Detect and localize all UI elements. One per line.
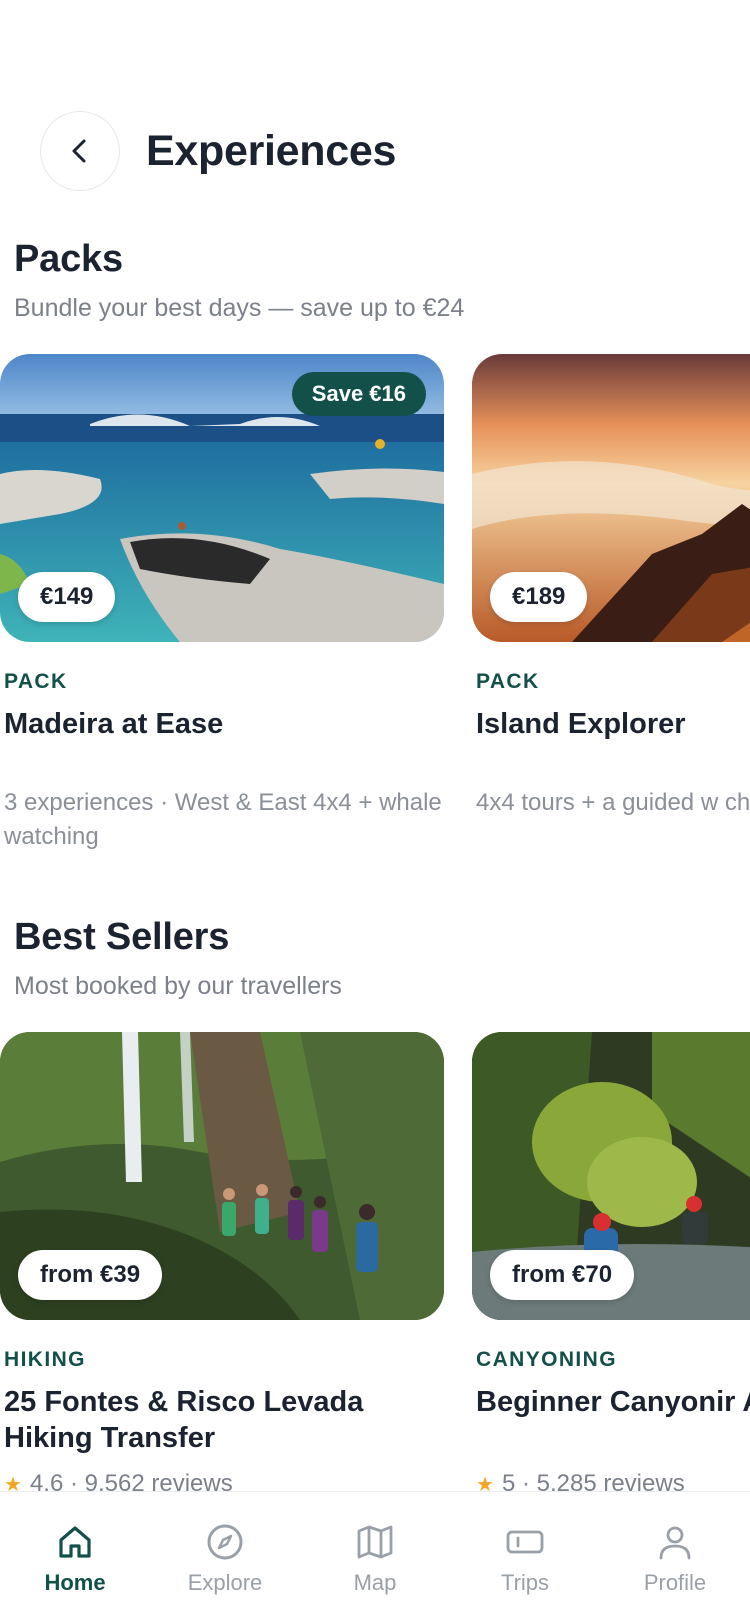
pack-card-madeira-at-ease[interactable]: Save €16 €149 PACK Madeira at Ease 3 exp… (0, 354, 444, 850)
back-button[interactable] (40, 111, 120, 191)
card-category: PACK (4, 670, 68, 693)
map-icon (357, 1525, 393, 1559)
card-description: 3 experiences · West & East 4x4 + whale … (4, 789, 442, 850)
tab-map[interactable]: Map (300, 1492, 450, 1624)
page-title: Experiences (146, 126, 397, 175)
card-description: 4x4 tours + a guided w choice (476, 789, 750, 816)
packs-section-title: Packs (14, 238, 123, 280)
best-sellers-carousel[interactable]: from €39 HIKING 25 Fontes & Risco Levada… (0, 1032, 750, 1552)
bestseller-card-image: from €70 (472, 1032, 750, 1320)
card-category: HIKING (4, 1348, 86, 1371)
best-sellers-section-title: Best Sellers (14, 916, 230, 958)
ticket-icon (506, 1530, 544, 1554)
tab-profile[interactable]: Profile (600, 1492, 750, 1624)
tab-label: Map (353, 1570, 397, 1595)
card-title[interactable]: Beginner Canyonir Adventure (476, 1384, 750, 1420)
card-category: CANYONING (476, 1348, 617, 1371)
best-sellers-section-subtitle: Most booked by our travellers (14, 972, 342, 1000)
price-badge: from €70 (490, 1250, 635, 1300)
bestseller-card-canyoning[interactable]: from €70 CANYONING Beginner Canyonir Adv… (472, 1032, 750, 1497)
home-icon (59, 1526, 91, 1558)
tab-label: Home (44, 1570, 106, 1595)
price-badge: €149 (18, 572, 116, 622)
bottom-tab-bar: Home Explore Map Trips Profile (0, 1491, 750, 1624)
card-title[interactable]: 25 Fontes & Risco Levada Hiking Transfer (4, 1384, 444, 1456)
chevron-left-icon (72, 139, 86, 163)
price-badge: from €39 (18, 1250, 163, 1300)
tab-label: Explore (187, 1570, 263, 1595)
discount-badge: Save €16 (291, 372, 426, 416)
packs-carousel[interactable]: Save €16 €149 PACK Madeira at Ease 3 exp… (0, 354, 750, 874)
tab-label: Profile (643, 1570, 707, 1595)
tab-trips[interactable]: Trips (450, 1492, 600, 1624)
card-title[interactable]: Island Explorer (476, 706, 750, 742)
pack-card-image: €189 (472, 354, 750, 642)
packs-section-subtitle: Bundle your best days — save up to €24 (14, 294, 465, 322)
card-title[interactable]: Madeira at Ease (4, 706, 444, 742)
bestseller-card-25-fontes[interactable]: from €39 HIKING 25 Fontes & Risco Levada… (0, 1032, 444, 1497)
user-icon (659, 1526, 691, 1560)
pack-card-image: Save €16 €149 (0, 354, 444, 642)
tab-home[interactable]: Home (0, 1492, 150, 1624)
tab-label: Trips (500, 1570, 550, 1595)
pack-card-island-explorer[interactable]: €189 PACK Island Explorer 4x4 tours + a … (472, 354, 750, 816)
bestseller-card-image: from €39 (0, 1032, 444, 1320)
page-header: Experiences (40, 110, 750, 192)
card-category: PACK (476, 670, 540, 693)
compass-icon (207, 1524, 243, 1560)
tab-explore[interactable]: Explore (150, 1492, 300, 1624)
price-badge: €189 (490, 572, 588, 622)
